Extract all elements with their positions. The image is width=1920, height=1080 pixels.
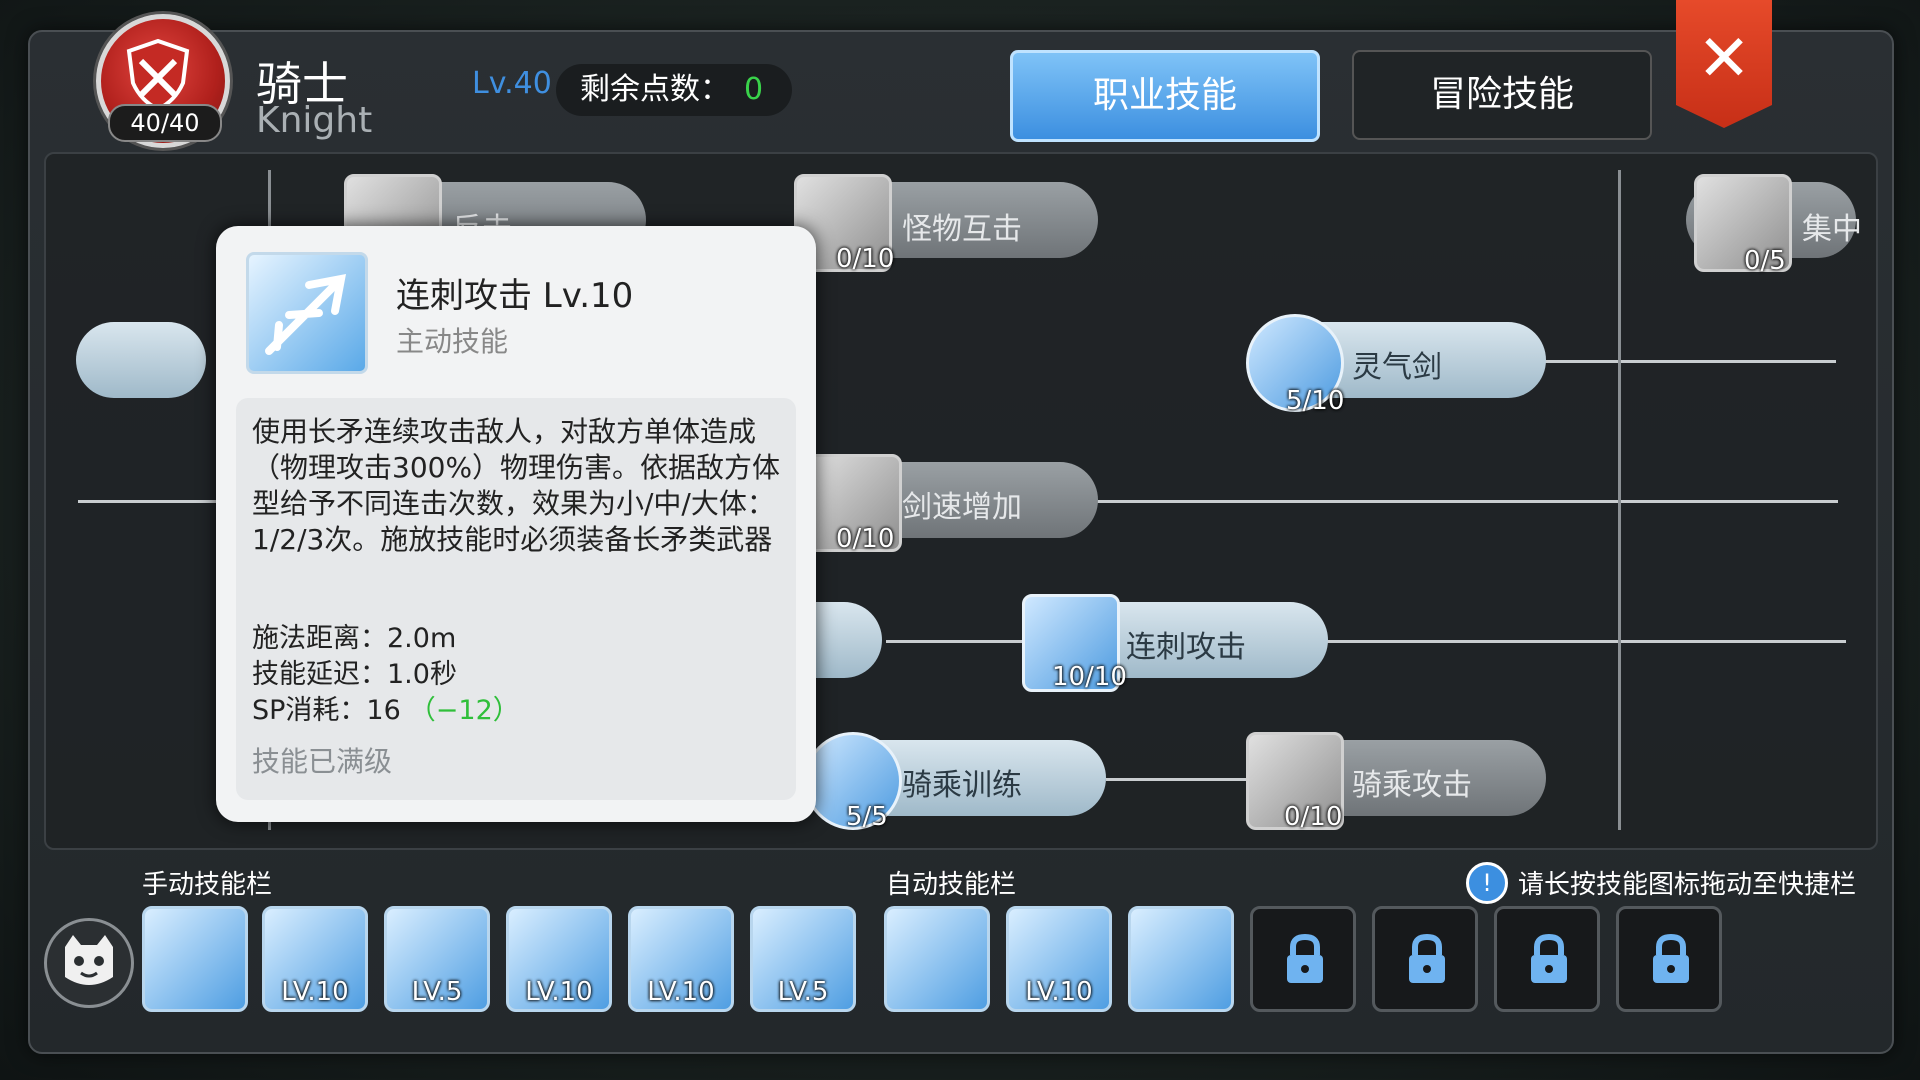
emblem-count: 40/40 — [108, 104, 222, 142]
skill-node-count: 0/10 — [836, 524, 895, 554]
popup-max-level: 技能已满级 — [252, 745, 393, 778]
slot-level: LV.5 — [777, 977, 829, 1007]
skill-node-name: 怪物互击 — [902, 212, 1022, 247]
auto-bar-label: 自动技能栏 — [886, 870, 1017, 900]
locked-skill-slot[interactable] — [1372, 906, 1478, 1012]
skill-node-count: 5/10 — [1286, 386, 1345, 416]
tree-line — [1536, 360, 1836, 363]
popup-description-box: 使用长矛连续攻击敌人，对敌方单体造成（物理攻击300%）物理伤害。依据敌方体型给… — [236, 398, 796, 800]
popup-description: 使用长矛连续攻击敌人，对敌方单体造成（物理攻击300%）物理伤害。依据敌方体型给… — [252, 415, 781, 556]
lock-icon — [1409, 933, 1445, 983]
popup-sp-bonus: （−12） — [408, 695, 520, 726]
lock-icon — [1653, 933, 1689, 983]
pet-avatar[interactable] — [44, 918, 134, 1008]
tab-class-skills[interactable]: 职业技能 — [1010, 50, 1320, 142]
skill-node-count: 10/10 — [1052, 662, 1127, 692]
locked-skill-slot[interactable] — [1494, 906, 1600, 1012]
spear-pierce-icon — [265, 273, 347, 355]
points-label: 剩余点数： — [580, 72, 730, 107]
auto-skill-slot[interactable] — [884, 906, 990, 1012]
points-value: 0 — [744, 72, 764, 107]
lock-icon — [1531, 933, 1567, 983]
partial-skill-node[interactable] — [76, 322, 206, 398]
slot-level: LV.10 — [1025, 977, 1093, 1007]
shield-icon — [126, 39, 190, 111]
skill-node-count: 0/10 — [836, 244, 895, 274]
skill-node-name: 集中 — [1802, 212, 1862, 247]
skill-node-name: 灵气剑 — [1352, 350, 1442, 385]
class-name-en: Knight — [256, 100, 373, 141]
popup-range: 施法距离：2.0m — [252, 623, 457, 654]
popup-sp: SP消耗：16 （−12） — [252, 688, 520, 727]
skill-node-name: 连刺攻击 — [1126, 630, 1246, 665]
auto-skill-slot[interactable] — [1128, 906, 1234, 1012]
slot-level: LV.10 — [281, 977, 349, 1007]
skill-node-name: 剑速增加 — [902, 490, 1022, 525]
manual-skill-slot[interactable] — [142, 906, 248, 1012]
close-button[interactable]: ✕ — [1676, 0, 1772, 128]
slot-level: LV.10 — [647, 977, 715, 1007]
popup-skill-type: 主动技能 — [396, 325, 509, 358]
drag-hint: 请长按技能图标拖动至快捷栏 — [1518, 870, 1857, 900]
locked-skill-slot[interactable] — [1250, 906, 1356, 1012]
skill-node-count: 0/10 — [1284, 802, 1343, 832]
slot-level: LV.10 — [525, 977, 593, 1007]
close-icon: ✕ — [1697, 22, 1751, 96]
skill-detail-popup: 连刺攻击 Lv.10 主动技能 使用长矛连续攻击敌人，对敌方单体造成（物理攻击3… — [216, 226, 816, 822]
lock-icon — [1287, 933, 1323, 983]
remaining-points: 剩余点数： 0 — [556, 64, 792, 116]
popup-title: 连刺攻击 Lv.10 — [396, 276, 634, 316]
info-icon: ! — [1466, 862, 1508, 904]
manual-bar-label: 手动技能栏 — [142, 870, 273, 900]
tab-adventure-skills[interactable]: 冒险技能 — [1352, 50, 1652, 140]
tree-line — [1618, 170, 1621, 830]
skill-node-name: 骑乘训练 — [902, 768, 1022, 803]
skill-node-name: 骑乘攻击 — [1352, 768, 1472, 803]
manual-skill-slot[interactable]: LV.5 — [750, 906, 856, 1012]
manual-skill-slot[interactable]: LV.5 — [384, 906, 490, 1012]
popup-sp-cost: SP消耗：16 — [252, 695, 401, 726]
level-label: Lv.40 — [472, 66, 552, 101]
popup-delay: 技能延迟：1.0秒 — [252, 659, 457, 690]
header: 40/40 骑士 Knight Lv.40 剩余点数： 0 职业技能 冒险技能 ✕ — [0, 0, 1920, 150]
locked-skill-slot[interactable] — [1616, 906, 1722, 1012]
auto-skill-slot[interactable]: LV.10 — [1006, 906, 1112, 1012]
skill-node-count: 5/5 — [846, 802, 888, 832]
spear-pierce-icon — [246, 252, 368, 374]
skill-node-count: 0/5 — [1744, 246, 1786, 276]
slot-level: LV.5 — [411, 977, 463, 1007]
manual-skill-slot[interactable]: LV.10 — [628, 906, 734, 1012]
manual-skill-slot[interactable]: LV.10 — [262, 906, 368, 1012]
cat-face-icon — [65, 935, 113, 985]
manual-skill-slot[interactable]: LV.10 — [506, 906, 612, 1012]
